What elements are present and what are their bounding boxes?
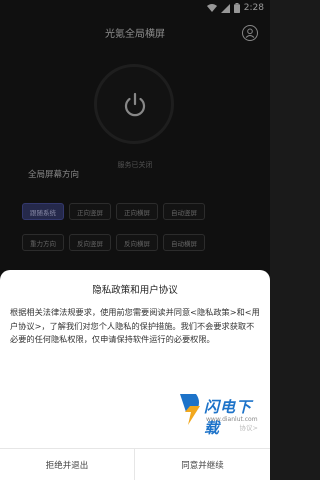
lightning-icon bbox=[180, 394, 200, 425]
dialog-title: 隐私政策和用户协议 bbox=[92, 285, 178, 296]
dialog-body: 根据相关法律法规要求，使用前您需要阅读并同意<隐私政策>和<用户协议>，了解我们… bbox=[10, 307, 260, 344]
watermark-logo: 闪电下载 www.dianlut.com bbox=[176, 392, 266, 437]
accept-continue-button[interactable]: 同意并继续 bbox=[135, 449, 270, 480]
reject-exit-button[interactable]: 拒绝并退出 bbox=[0, 449, 135, 480]
privacy-dialog: 隐私政策和用户协议 根据相关法律法规要求，使用前您需要阅读并同意<隐私政策>和<… bbox=[0, 270, 270, 480]
watermark-url: www.dianlut.com bbox=[206, 416, 258, 423]
